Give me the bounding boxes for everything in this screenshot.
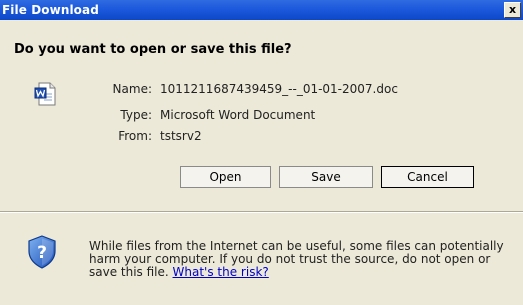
dialog-title: File Download: [2, 3, 99, 17]
close-button[interactable]: x: [504, 2, 521, 18]
close-icon: x: [508, 3, 517, 16]
whats-the-risk-link[interactable]: What's the risk?: [173, 265, 269, 279]
security-warning: While files from the Internet can be use…: [89, 240, 519, 279]
cancel-button[interactable]: Cancel: [381, 166, 474, 188]
section-divider: [0, 211, 523, 213]
file-type-value: Microsoft Word Document: [160, 108, 316, 122]
file-type-label: Type:: [120, 108, 152, 122]
warning-message: While files from the Internet can be use…: [89, 239, 504, 279]
svg-text:?: ?: [37, 243, 47, 263]
word-document-icon: [34, 82, 56, 106]
save-button[interactable]: Save: [279, 166, 373, 188]
shield-question-icon: ?: [28, 235, 56, 269]
open-button[interactable]: Open: [180, 166, 271, 188]
file-name-label: Name:: [112, 82, 152, 96]
file-download-dialog: File Download x Do you want to open or s…: [0, 0, 523, 305]
file-from-label: From:: [118, 129, 152, 143]
title-bar[interactable]: File Download x: [0, 0, 523, 20]
dialog-question: Do you want to open or save this file?: [14, 42, 292, 57]
file-name-value: 1011211687439459_--_01-01-2007.doc: [160, 82, 398, 96]
file-from-value: tstsrv2: [160, 129, 202, 143]
